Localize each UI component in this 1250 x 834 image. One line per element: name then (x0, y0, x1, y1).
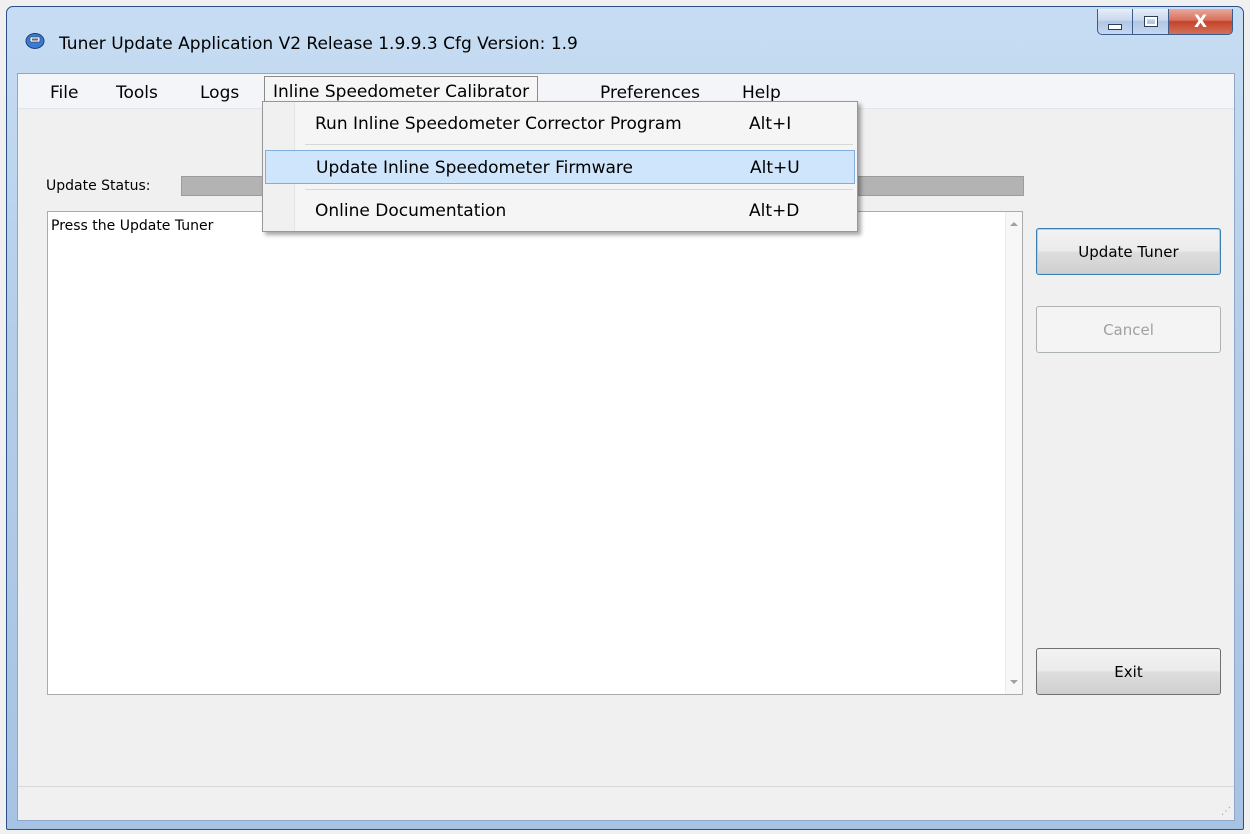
update-status-label: Update Status: (46, 178, 151, 194)
menu-item-label: Online Documentation (315, 201, 507, 221)
maximize-icon (1143, 16, 1158, 27)
menu-separator (305, 144, 853, 145)
menu-item-shortcut: Alt+I (749, 114, 792, 134)
menu-logs[interactable]: Logs (192, 80, 247, 106)
menu-item-shortcut: Alt+D (749, 201, 800, 221)
menu-item-run-inline-speedometer-corrector[interactable]: Run Inline Speedometer Corrector Program… (265, 107, 855, 141)
output-log-text: Press the Update Tuner (51, 218, 214, 234)
inline-speedometer-calibrator-menu: Run Inline Speedometer Corrector Program… (262, 101, 858, 232)
menu-item-label: Update Inline Speedometer Firmware (316, 158, 633, 178)
menu-item-online-documentation[interactable]: Online Documentation Alt+D (265, 194, 855, 228)
scroll-down-icon[interactable] (1010, 680, 1018, 684)
menu-separator (305, 189, 853, 190)
maximize-button[interactable] (1133, 9, 1169, 35)
cancel-label: Cancel (1103, 320, 1154, 339)
menu-item-shortcut: Alt+U (750, 158, 800, 178)
update-tuner-label: Update Tuner (1078, 242, 1179, 261)
status-strip-divider (18, 786, 1234, 787)
menu-item-update-inline-speedometer-firmware[interactable]: Update Inline Speedometer Firmware Alt+U (265, 150, 855, 184)
output-scrollbar[interactable] (1005, 212, 1022, 694)
exit-label: Exit (1114, 662, 1143, 681)
menu-tools[interactable]: Tools (108, 80, 166, 106)
title-bar[interactable]: Tuner Update Application V2 Release 1.9.… (7, 7, 1243, 54)
update-tuner-button[interactable]: Update Tuner (1036, 228, 1221, 275)
window-title: Tuner Update Application V2 Release 1.9.… (59, 34, 578, 54)
exit-button[interactable]: Exit (1036, 648, 1221, 695)
scroll-up-icon[interactable] (1010, 222, 1018, 226)
close-button[interactable]: X (1169, 9, 1233, 35)
menu-file[interactable]: File (42, 80, 86, 106)
caption-buttons: X (1097, 9, 1233, 37)
close-icon: X (1193, 11, 1208, 32)
output-log[interactable]: Press the Update Tuner (47, 211, 1023, 695)
menu-item-label: Run Inline Speedometer Corrector Program (315, 114, 682, 134)
app-icon (25, 33, 45, 49)
minimize-button[interactable] (1097, 9, 1133, 35)
cancel-button[interactable]: Cancel (1036, 306, 1221, 353)
resize-grip-icon[interactable]: ⋰ (1221, 806, 1231, 817)
minimize-icon (1108, 23, 1122, 30)
